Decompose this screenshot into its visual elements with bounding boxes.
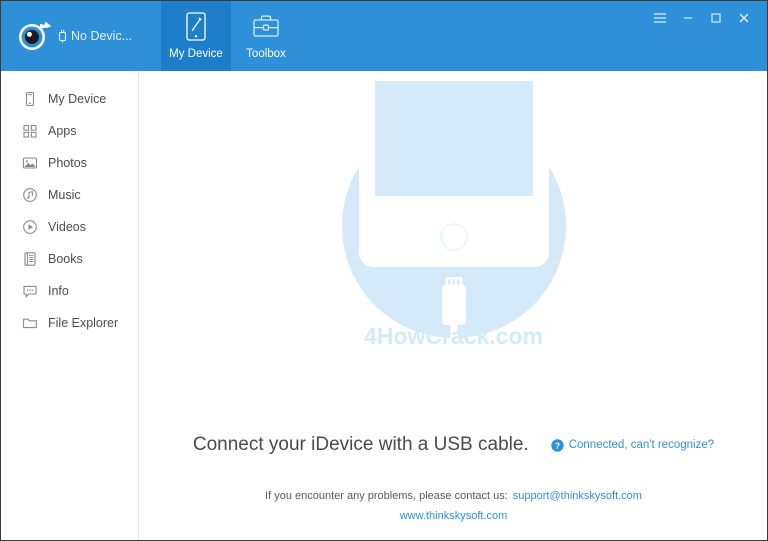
- videos-icon: [21, 218, 39, 236]
- footer-contact-line: If you encounter any problems, please co…: [140, 486, 767, 506]
- sidebar: My Device Apps Photos Music Videos Books…: [1, 71, 139, 540]
- books-icon: [21, 250, 39, 268]
- tab-toolbox-label: Toolbox: [246, 48, 286, 60]
- sidebar-item-videos[interactable]: Videos: [1, 211, 138, 243]
- tab-my-device-label: My Device: [169, 48, 223, 60]
- sidebar-item-label: Videos: [48, 220, 86, 234]
- window-controls: [647, 1, 767, 71]
- question-circle-icon: ?: [551, 438, 564, 452]
- cant-recognize-label: Connected, can't recognize?: [568, 439, 715, 451]
- brand-area: No Devic...: [1, 1, 161, 71]
- application-window: No Devic... My Device Toolbox My Device …: [0, 0, 768, 541]
- sidebar-item-apps[interactable]: Apps: [1, 115, 138, 147]
- sidebar-item-music[interactable]: Music: [1, 179, 138, 211]
- cant-recognize-link[interactable]: ? Connected, can't recognize?: [551, 438, 715, 452]
- sidebar-item-info[interactable]: Info: [1, 275, 138, 307]
- support-email-link[interactable]: support@thinkskysoft.com: [513, 490, 642, 502]
- connect-prompt-row: Connect your iDevice with a USB cable. ?…: [140, 434, 767, 456]
- tab-toolbox[interactable]: Toolbox: [231, 1, 301, 71]
- main-tabs: My Device Toolbox: [161, 1, 301, 71]
- menu-button[interactable]: [647, 7, 673, 29]
- website-link[interactable]: www.thinkskysoft.com: [140, 506, 767, 526]
- title-bar: No Devic... My Device Toolbox: [1, 1, 767, 71]
- briefcase-icon: [251, 11, 281, 43]
- device-status: No Devic...: [57, 29, 132, 43]
- sidebar-item-label: Music: [48, 188, 81, 202]
- sidebar-item-my-device[interactable]: My Device: [1, 83, 138, 115]
- sidebar-item-label: Photos: [48, 156, 87, 170]
- sidebar-item-photos[interactable]: Photos: [1, 147, 138, 179]
- connect-device-illustration: [309, 76, 599, 385]
- sidebar-item-label: My Device: [48, 92, 107, 106]
- sidebar-item-label: File Explorer: [48, 316, 119, 330]
- app-logo-icon: [15, 16, 55, 56]
- svg-text:?: ?: [555, 440, 560, 450]
- music-icon: [21, 186, 39, 204]
- footer: If you encounter any problems, please co…: [140, 486, 767, 526]
- folder-icon: [21, 314, 39, 332]
- device-status-label: No Devic...: [71, 29, 133, 43]
- sidebar-item-label: Books: [48, 252, 83, 266]
- sidebar-item-label: Info: [48, 284, 69, 298]
- close-button[interactable]: [731, 7, 757, 29]
- sidebar-item-label: Apps: [48, 124, 77, 138]
- tablet-icon: [183, 11, 209, 43]
- connect-title: Connect your iDevice with a USB cable.: [192, 434, 529, 455]
- minimize-button[interactable]: [675, 7, 701, 29]
- info-bubble-icon: [21, 282, 39, 300]
- plug-icon: [57, 29, 68, 43]
- footer-contact-text: If you encounter any problems, please co…: [265, 490, 508, 502]
- photos-icon: [21, 154, 39, 172]
- apps-grid-icon: [21, 122, 39, 140]
- tab-my-device[interactable]: My Device: [161, 1, 231, 71]
- sidebar-item-file-explorer[interactable]: File Explorer: [1, 307, 138, 339]
- device-icon: [21, 90, 39, 108]
- main-content: 4HowCrack.com Connect your iDevice with …: [140, 71, 767, 540]
- sidebar-item-books[interactable]: Books: [1, 243, 138, 275]
- maximize-button[interactable]: [703, 7, 729, 29]
